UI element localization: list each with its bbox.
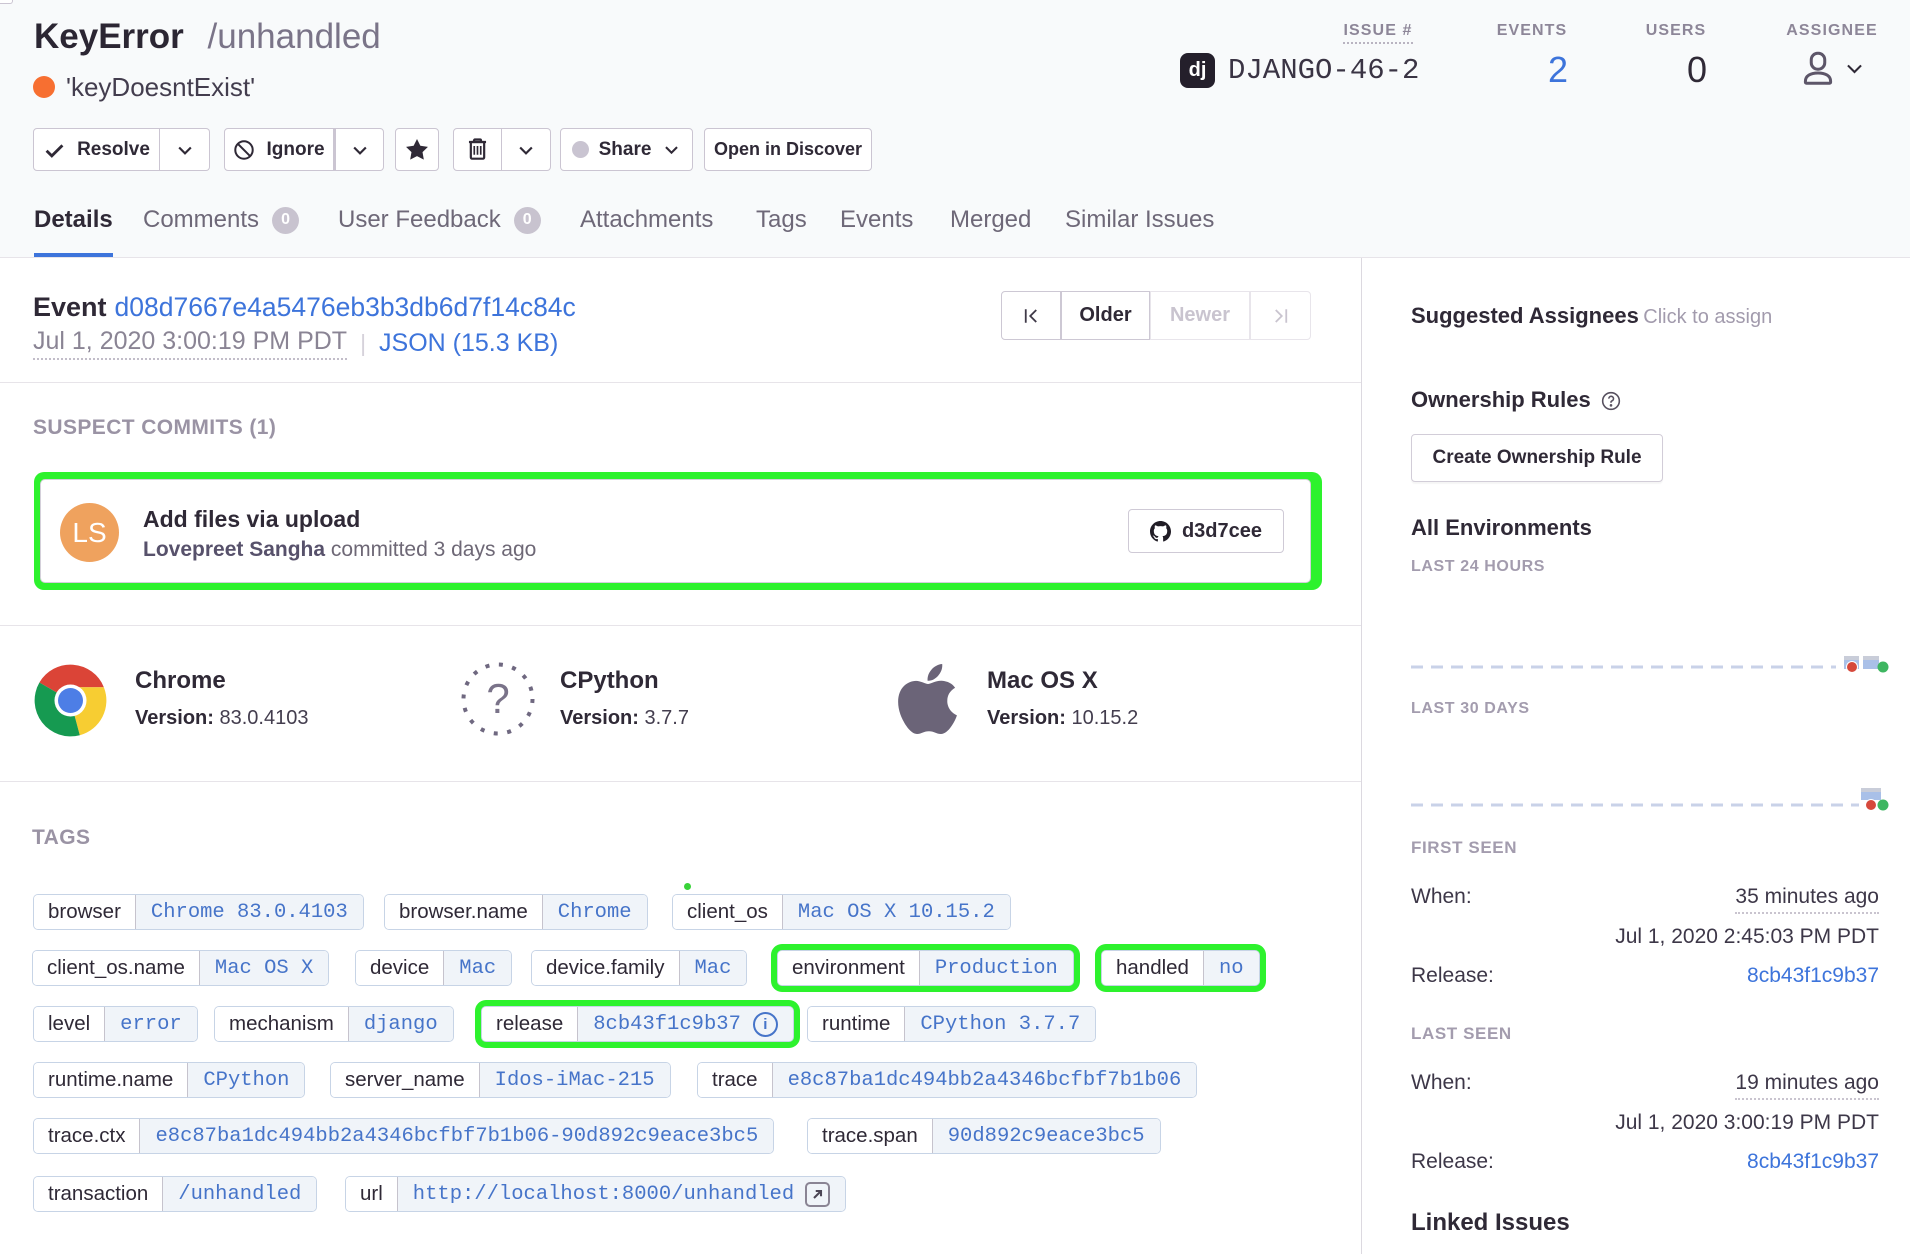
svg-text:?: ? — [486, 675, 509, 722]
